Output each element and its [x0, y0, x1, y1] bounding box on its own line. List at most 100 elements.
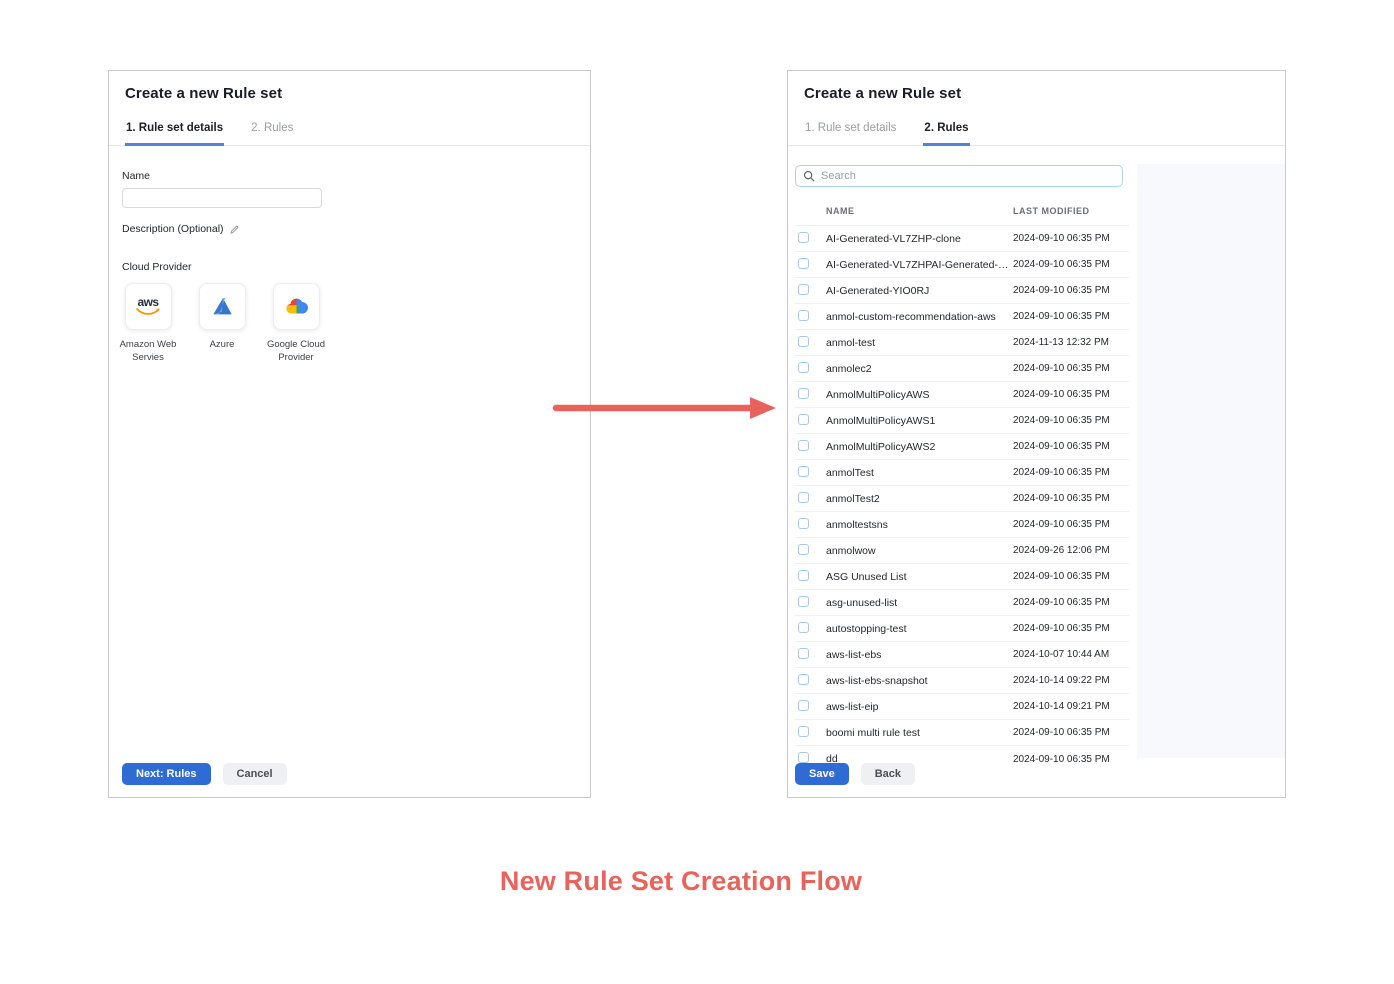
aws-logo-icon: aws [125, 283, 172, 330]
table-row[interactable]: anmolTest 2024-09-10 06:35 PM [795, 460, 1129, 486]
column-name: NAME [826, 206, 1013, 216]
last-modified: 2024-09-10 06:35 PM [1013, 363, 1129, 374]
rule-name: anmolTest [826, 467, 1013, 479]
rules-table: NAME LAST MODIFIED AI-Generated-VL7ZHP-c… [795, 196, 1129, 772]
table-row[interactable]: boomi multi rule test 2024-09-10 06:35 P… [795, 720, 1129, 746]
table-row[interactable]: ASG Unused List 2024-09-10 06:35 PM [795, 564, 1129, 590]
search-input[interactable] [821, 170, 1115, 182]
table-row[interactable]: anmol-custom-recommendation-aws 2024-09-… [795, 304, 1129, 330]
table-row[interactable]: anmolTest2 2024-09-10 06:35 PM [795, 486, 1129, 512]
table-row[interactable]: AnmolMultiPolicyAWS1 2024-09-10 06:35 PM [795, 408, 1129, 434]
row-checkbox[interactable] [798, 492, 809, 503]
row-checkbox[interactable] [798, 362, 809, 373]
last-modified: 2024-09-10 06:35 PM [1013, 311, 1129, 322]
row-checkbox[interactable] [798, 336, 809, 347]
table-row[interactable]: anmolec2 2024-09-10 06:35 PM [795, 356, 1129, 382]
last-modified: 2024-09-10 06:35 PM [1013, 519, 1129, 530]
table-row[interactable]: anmol-test 2024-11-13 12:32 PM [795, 330, 1129, 356]
last-modified: 2024-09-10 06:35 PM [1013, 571, 1129, 582]
cancel-button[interactable]: Cancel [223, 763, 287, 785]
last-modified: 2024-10-14 09:22 PM [1013, 675, 1129, 686]
row-checkbox[interactable] [798, 232, 809, 243]
row-checkbox[interactable] [798, 674, 809, 685]
rule-set-details-dialog: Create a new Rule set 1. Rule set detail… [108, 70, 591, 798]
last-modified: 2024-09-10 06:35 PM [1013, 467, 1129, 478]
rule-name: boomi multi rule test [826, 727, 1013, 739]
row-checkbox[interactable] [798, 440, 809, 451]
table-row[interactable]: aws-list-ebs 2024-10-07 10:44 AM [795, 642, 1129, 668]
table-row[interactable]: aws-list-ebs-snapshot 2024-10-14 09:22 P… [795, 668, 1129, 694]
rule-name: AI-Generated-YIO0RJ [826, 285, 1013, 297]
rule-name: anmolec2 [826, 363, 1013, 375]
dialog-title: Create a new Rule set [788, 71, 1285, 108]
back-button[interactable]: Back [861, 763, 915, 785]
last-modified: 2024-10-14 09:21 PM [1013, 701, 1129, 712]
rule-name: AnmolMultiPolicyAWS1 [826, 415, 1013, 427]
row-checkbox[interactable] [798, 726, 809, 737]
table-row[interactable]: anmolwow 2024-09-26 12:06 PM [795, 538, 1129, 564]
column-last-modified: LAST MODIFIED [1013, 206, 1129, 216]
provider-option-azure[interactable]: Azure [186, 283, 258, 364]
rule-name: anmolTest2 [826, 493, 1013, 505]
row-checkbox[interactable] [798, 388, 809, 399]
tab-rules[interactable]: 2. Rules [923, 114, 969, 146]
row-checkbox[interactable] [798, 414, 809, 425]
next-rules-button[interactable]: Next: Rules [122, 763, 211, 785]
rule-name: AnmolMultiPolicyAWS [826, 389, 1013, 401]
last-modified: 2024-09-10 06:35 PM [1013, 415, 1129, 426]
rule-name: aws-list-eip [826, 701, 1013, 713]
provider-label: Amazon Web Servies [112, 338, 184, 364]
name-input[interactable] [122, 188, 322, 208]
wizard-tabs: 1. Rule set details 2. Rules [788, 114, 1285, 146]
table-row[interactable]: AI-Generated-VL7ZHP-clone 2024-09-10 06:… [795, 226, 1129, 252]
rule-name: anmoltestsns [826, 519, 1013, 531]
table-row[interactable]: autostopping-test 2024-09-10 06:35 PM [795, 616, 1129, 642]
table-header: NAME LAST MODIFIED [795, 196, 1129, 226]
right-arrow-icon [552, 393, 780, 423]
row-checkbox[interactable] [798, 544, 809, 555]
rule-name: aws-list-ebs [826, 649, 1013, 661]
pencil-icon[interactable] [229, 224, 240, 235]
save-button[interactable]: Save [795, 763, 849, 785]
row-checkbox[interactable] [798, 258, 809, 269]
row-checkbox[interactable] [798, 284, 809, 295]
row-checkbox[interactable] [798, 648, 809, 659]
description-label: Description (Optional) [122, 223, 224, 235]
rule-name: asg-unused-list [826, 597, 1013, 609]
row-checkbox[interactable] [798, 310, 809, 321]
provider-option-aws[interactable]: aws Amazon Web Servies [112, 283, 184, 364]
cloud-provider-options: aws Amazon Web Servies Azure [112, 283, 577, 364]
tab-rule-set-details[interactable]: 1. Rule set details [125, 114, 224, 146]
row-checkbox[interactable] [798, 466, 809, 477]
tab-rule-set-details[interactable]: 1. Rule set details [804, 114, 897, 146]
row-checkbox[interactable] [798, 518, 809, 529]
rule-name: autostopping-test [826, 623, 1013, 635]
wizard-tabs: 1. Rule set details 2. Rules [109, 114, 590, 146]
rule-name: ASG Unused List [826, 571, 1013, 583]
rule-name: anmol-test [826, 337, 1013, 349]
provider-option-gcp[interactable]: Google Cloud Provider [260, 283, 332, 364]
row-checkbox[interactable] [798, 596, 809, 607]
last-modified: 2024-09-10 06:35 PM [1013, 441, 1129, 452]
row-checkbox[interactable] [798, 622, 809, 633]
table-row[interactable]: asg-unused-list 2024-09-10 06:35 PM [795, 590, 1129, 616]
tab-rules[interactable]: 2. Rules [250, 114, 294, 146]
azure-logo-icon [199, 283, 246, 330]
last-modified: 2024-09-10 06:35 PM [1013, 285, 1129, 296]
last-modified: 2024-11-13 12:32 PM [1013, 337, 1129, 348]
table-row[interactable]: aws-list-eip 2024-10-14 09:21 PM [795, 694, 1129, 720]
row-checkbox[interactable] [798, 752, 809, 763]
figure-caption: New Rule Set Creation Flow [500, 866, 862, 897]
google-cloud-logo-icon [273, 283, 320, 330]
table-row[interactable]: AI-Generated-YIO0RJ 2024-09-10 06:35 PM [795, 278, 1129, 304]
name-label: Name [122, 170, 577, 182]
rule-name: AI-Generated-VL7ZHPAI-Generated-VL7ZHPAI… [826, 259, 1013, 271]
table-row[interactable]: AnmolMultiPolicyAWS 2024-09-10 06:35 PM [795, 382, 1129, 408]
provider-label: Google Cloud Provider [260, 338, 332, 364]
table-row[interactable]: AI-Generated-VL7ZHPAI-Generated-VL7ZHPAI… [795, 252, 1129, 278]
table-row[interactable]: AnmolMultiPolicyAWS2 2024-09-10 06:35 PM [795, 434, 1129, 460]
search-box [795, 165, 1123, 187]
table-row[interactable]: anmoltestsns 2024-09-10 06:35 PM [795, 512, 1129, 538]
row-checkbox[interactable] [798, 570, 809, 581]
row-checkbox[interactable] [798, 700, 809, 711]
